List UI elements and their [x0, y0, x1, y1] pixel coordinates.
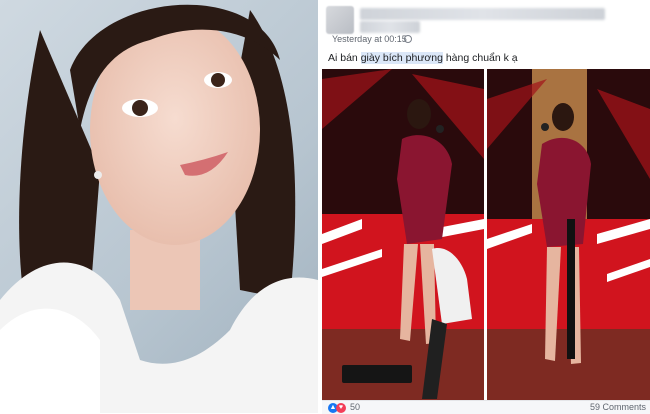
stage-illustration-1 [322, 69, 484, 400]
post-timestamp[interactable]: Yesterday at 00:15 [332, 34, 407, 44]
facebook-post: Yesterday at 00:15 Ai bán giày bích phươ… [322, 0, 650, 413]
caption-link[interactable]: giày bích phương [360, 52, 443, 64]
post-footer: ▲ ♥ 50 59 Comments [322, 400, 650, 414]
portrait-illustration [0, 4, 318, 413]
blurred-author-subline [360, 21, 420, 33]
stage-photo-1[interactable] [322, 69, 484, 400]
post-caption: Ai bán giày bích phương hàng chuẩn k ạ [328, 52, 518, 64]
stage-photo-2[interactable] [487, 69, 650, 400]
avatar[interactable] [326, 6, 354, 34]
love-icon: ♥ [336, 403, 346, 413]
reaction-count[interactable]: 50 [350, 402, 360, 412]
caption-text-end: hàng chuẩn k ạ [442, 52, 518, 64]
stage-illustration-2 [487, 69, 650, 400]
portrait-photo [0, 0, 318, 413]
globe-icon [404, 35, 412, 43]
comment-count[interactable]: 59 Comments [590, 402, 646, 412]
blurred-author-name[interactable] [360, 8, 605, 20]
caption-text: Ai bán [328, 52, 361, 64]
